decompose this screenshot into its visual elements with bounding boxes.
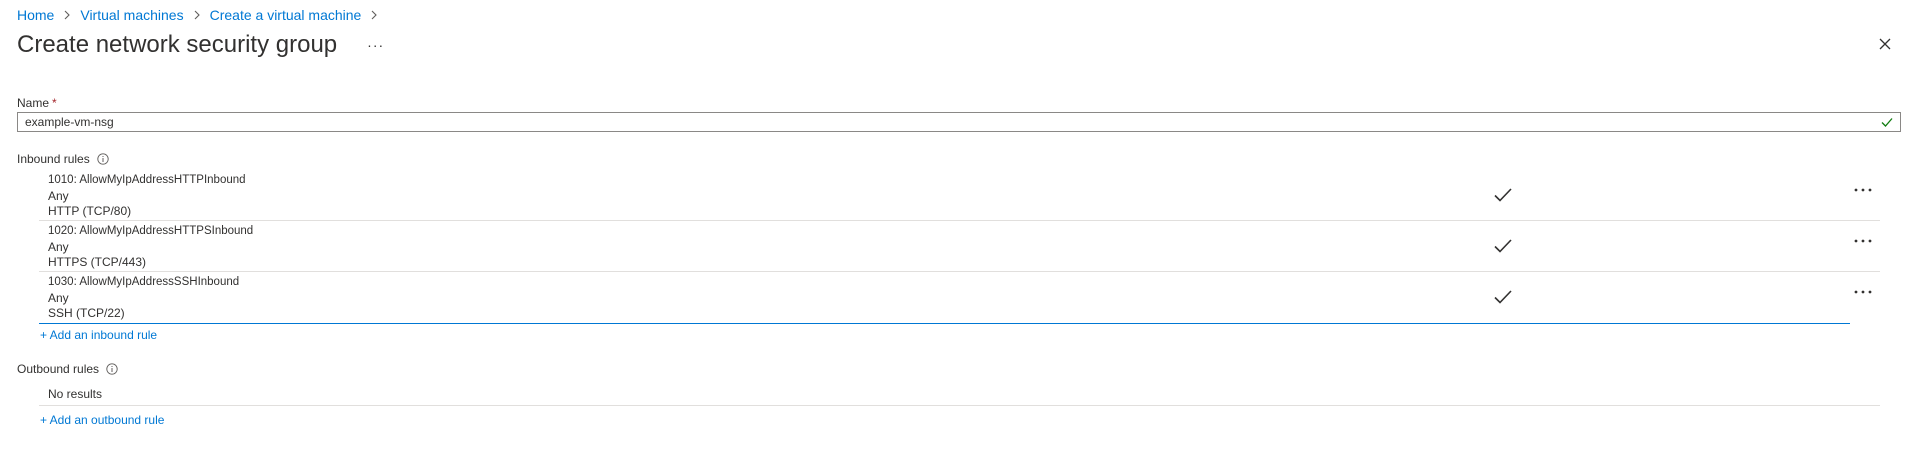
breadcrumb: Home Virtual machines Create a virtual m…: [17, 6, 387, 24]
inbound-rules-label-text: Inbound rules: [17, 152, 90, 166]
add-outbound-rule-link[interactable]: + Add an outbound rule: [40, 413, 164, 427]
inbound-rules-label: Inbound rules: [17, 152, 109, 166]
rule-source: Any: [48, 290, 69, 305]
rule-name: 1010: AllowMyIpAddressHTTPInbound: [48, 174, 246, 186]
page-title: Create network security group: [17, 31, 338, 58]
info-icon[interactable]: [97, 153, 109, 165]
inbound-rules-list: 1010: AllowMyIpAddressHTTPInbound Any HT…: [39, 170, 1880, 324]
checkmark-icon: [1494, 188, 1512, 202]
checkmark-icon: [1494, 239, 1512, 253]
title-row: Create network security group ···: [17, 30, 384, 60]
rule-name: 1020: AllowMyIpAddressHTTPSInbound: [48, 225, 254, 237]
name-input[interactable]: [18, 113, 1880, 131]
more-icon[interactable]: [1852, 182, 1874, 198]
name-label-text: Name: [17, 96, 50, 110]
name-input-container: [17, 112, 1901, 132]
name-label: Name *: [17, 96, 57, 110]
more-options-button[interactable]: ···: [367, 38, 384, 52]
no-results-text: No results: [48, 387, 103, 401]
more-icon[interactable]: [1852, 284, 1874, 300]
rule-service: SSH (TCP/22): [48, 306, 125, 320]
rule-service: HTTPS (TCP/443): [48, 255, 147, 269]
outbound-rules-list: No results: [39, 379, 1880, 406]
breadcrumb-virtual-machines[interactable]: Virtual machines: [80, 6, 183, 24]
rule-details: 1010: AllowMyIpAddressHTTPInbound Any HT…: [48, 173, 246, 220]
checkmark-icon: [1494, 290, 1512, 304]
rule-name: 1030: AllowMyIpAddressSSHInbound: [48, 276, 240, 288]
breadcrumb-home[interactable]: Home: [17, 6, 54, 24]
close-icon: [1879, 38, 1891, 50]
rule-service: HTTP (TCP/80): [48, 204, 132, 218]
chevron-right-icon: [193, 10, 201, 20]
more-icon[interactable]: [1852, 233, 1874, 249]
chevron-right-icon: [370, 10, 378, 20]
add-inbound-rule-link[interactable]: + Add an inbound rule: [40, 328, 157, 342]
inbound-rule-row[interactable]: 1030: AllowMyIpAddressSSHInbound Any SSH…: [39, 272, 1880, 324]
rule-details: 1030: AllowMyIpAddressSSHInbound Any SSH…: [48, 275, 239, 322]
chevron-right-icon: [63, 10, 71, 20]
close-button[interactable]: [1877, 36, 1893, 52]
inbound-rule-row[interactable]: 1010: AllowMyIpAddressHTTPInbound Any HT…: [39, 170, 1880, 221]
rule-source: Any: [48, 239, 69, 254]
rule-source: Any: [48, 188, 69, 203]
info-icon[interactable]: [106, 363, 118, 375]
outbound-rules-label-text: Outbound rules: [17, 362, 100, 376]
breadcrumb-create-vm[interactable]: Create a virtual machine: [210, 6, 362, 24]
rule-details: 1020: AllowMyIpAddressHTTPSInbound Any H…: [48, 224, 253, 271]
checkmark-icon: [1881, 118, 1893, 127]
required-marker: *: [52, 96, 57, 110]
inbound-rule-row[interactable]: 1020: AllowMyIpAddressHTTPSInbound Any H…: [39, 221, 1880, 272]
create-nsg-blade: Home Virtual machines Create a virtual m…: [0, 0, 1915, 458]
outbound-rules-label: Outbound rules: [17, 362, 118, 376]
